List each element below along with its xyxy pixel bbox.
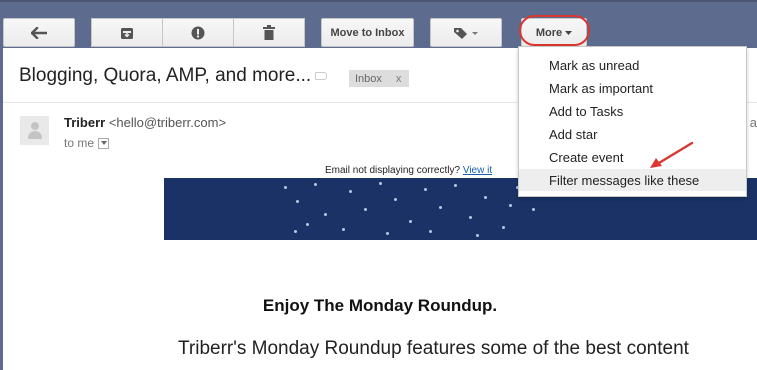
sender-line: Triberr <hello@triberr.com> [64, 115, 226, 130]
tag-icon [453, 26, 479, 40]
remove-label-button[interactable]: x [396, 73, 402, 85]
view-in-browser-link[interactable]: View it [463, 165, 492, 176]
menu-item-mark-unread[interactable]: Mark as unread [519, 54, 746, 76]
message-subject: Blogging, Quora, AMP, and more... [19, 65, 312, 86]
report-spam-button[interactable] [162, 18, 234, 47]
inbox-label-chip: Inbox x [349, 70, 409, 87]
banner-star-dot [342, 228, 345, 231]
banner-star-dot [394, 198, 397, 201]
delete-button[interactable] [233, 18, 305, 47]
avatar-body-icon [28, 131, 42, 139]
menu-item-create-event[interactable]: Create event [519, 146, 746, 168]
menu-item-filter-messages[interactable]: Filter messages like these [519, 169, 746, 191]
banner-star-dot [386, 232, 389, 235]
inbox-label-text: Inbox [355, 72, 382, 85]
more-label: More [535, 26, 563, 39]
sender-email: <hello@triberr.com> [108, 115, 227, 130]
archive-icon [120, 26, 134, 40]
toolbar: Move to Inbox More [0, 0, 757, 48]
not-displaying-text: Email not displaying correctly? [325, 165, 461, 176]
important-marker-icon[interactable] [315, 72, 327, 80]
banner-star-dot [294, 230, 297, 233]
avatar-head-icon [31, 122, 39, 130]
banner-star-dot [306, 223, 309, 226]
to-me-label: to me [64, 136, 95, 150]
move-to-inbox-label: Move to Inbox [330, 26, 405, 39]
newsletter-body-text: Triberr's Monday Roundup features some o… [178, 338, 689, 359]
banner-star-dot [424, 188, 427, 191]
move-to-inbox-button[interactable]: Move to Inbox [321, 18, 414, 47]
banner-star-dot [476, 234, 479, 237]
banner-star-dot [469, 216, 472, 219]
banner-star-dot [484, 196, 487, 199]
trash-icon [263, 25, 275, 40]
banner-star-dot [324, 213, 327, 216]
annotation-arrow [650, 141, 694, 168]
avatar [20, 116, 49, 145]
archive-button[interactable] [91, 18, 163, 47]
report-spam-icon [191, 26, 205, 40]
back-button[interactable] [3, 18, 75, 47]
banner-star-dot [454, 184, 457, 187]
banner-star-dot [379, 182, 382, 185]
menu-item-add-to-tasks[interactable]: Add to Tasks [519, 100, 746, 122]
labels-button[interactable] [430, 18, 502, 47]
show-details-button[interactable] [98, 137, 110, 149]
sender-name[interactable]: Triberr [64, 115, 105, 130]
more-button[interactable]: More [521, 18, 587, 47]
banner-star-dot [364, 208, 367, 211]
banner-star-dot [314, 183, 317, 186]
not-displaying-notice: Email not displaying correctly? View it [325, 165, 492, 176]
chevron-down-icon [100, 141, 107, 145]
menu-item-add-star[interactable]: Add star [519, 123, 746, 145]
banner-star-dot [509, 204, 512, 207]
more-menu: Mark as unread Mark as important Add to … [518, 46, 747, 197]
banner-star-dot [439, 206, 442, 209]
newsletter-headline: Enjoy The Monday Roundup. [262, 296, 498, 315]
banner-star-dot [349, 190, 352, 193]
banner-star-dot [532, 208, 535, 211]
banner-star-dot [296, 200, 299, 203]
back-arrow-icon [31, 26, 47, 39]
banner-star-dot [429, 230, 432, 233]
banner-star-dot [502, 226, 505, 229]
banner-star-dot [409, 220, 412, 223]
menu-item-mark-important[interactable]: Mark as important [519, 77, 746, 99]
banner-star-dot [284, 186, 287, 189]
chevron-down-icon [565, 30, 573, 35]
recipient-line: to me [64, 136, 110, 150]
